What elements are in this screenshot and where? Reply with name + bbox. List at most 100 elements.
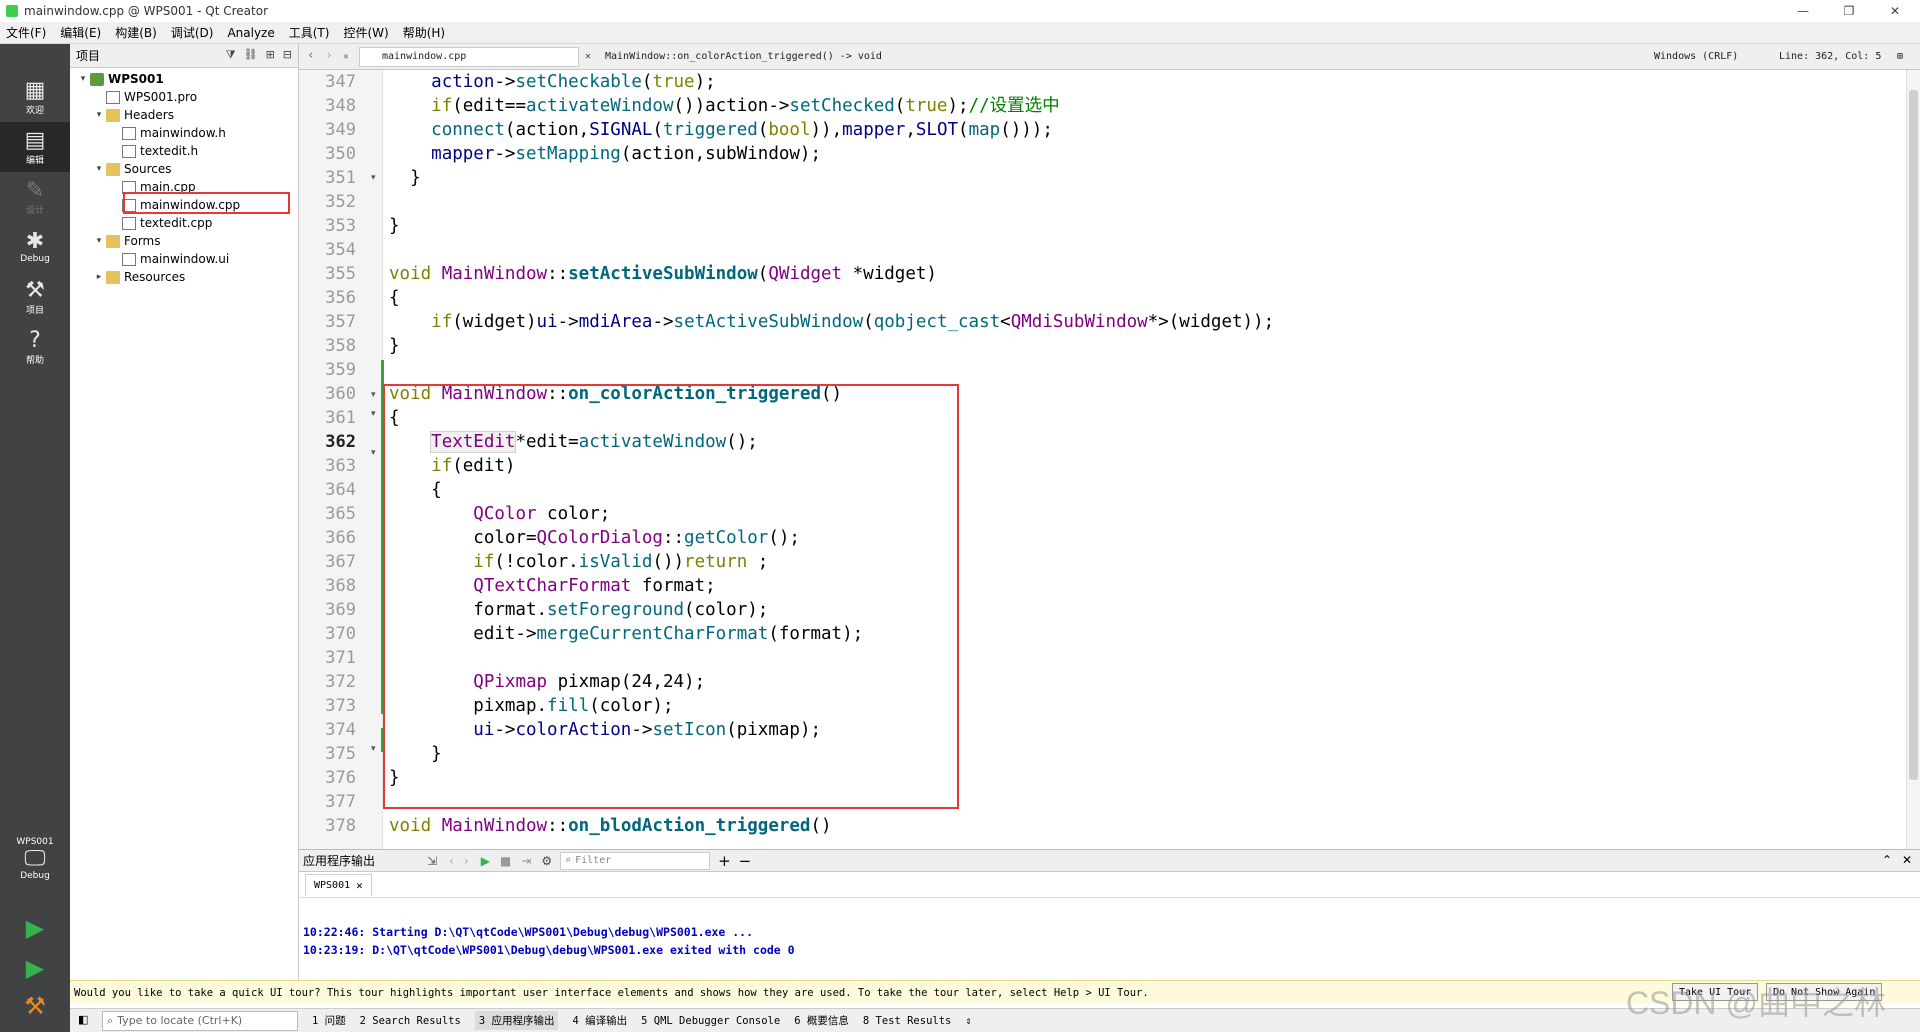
symbol-selector[interactable]: MainWindow::on_colorAction_triggered() -… xyxy=(605,51,1775,62)
menu-build[interactable]: 构建(B) xyxy=(115,24,157,41)
kit-selector[interactable]: WPS001 🖵 Debug xyxy=(0,824,70,894)
close-panel-icon[interactable]: ⊟ xyxy=(283,48,292,62)
link-icon[interactable]: ⛓ xyxy=(244,48,258,62)
edit-icon: ▤ xyxy=(24,127,46,153)
tour-message: Would you like to take a quick UI tour? … xyxy=(74,986,1149,999)
expand-arrow-icon[interactable]: ▾ xyxy=(92,110,106,120)
tree-item[interactable]: WPS001.pro xyxy=(92,88,197,106)
line-number: 364 xyxy=(325,480,356,500)
mode-projects[interactable]: ⚒ 项目 xyxy=(0,272,70,322)
line-number: 355 xyxy=(325,264,356,284)
line-number: 349 xyxy=(325,120,356,140)
next-icon[interactable]: › xyxy=(464,854,469,868)
line-number: 365 xyxy=(325,504,356,524)
attach-icon[interactable]: ⇲ xyxy=(427,854,437,868)
output-filter-input[interactable]: ⌕ Filter xyxy=(560,851,711,870)
rerun-icon[interactable]: ▶ xyxy=(481,854,490,868)
mode-edit[interactable]: ▤ 编辑 xyxy=(0,122,70,172)
output-tab-wps001[interactable]: WPS001 ✕ xyxy=(305,873,372,896)
zoom-in-icon[interactable]: + xyxy=(718,852,731,870)
close-file-icon[interactable]: ✕ xyxy=(585,51,591,62)
folder-icon xyxy=(106,270,120,284)
mode-welcome[interactable]: ▦ 欢迎 xyxy=(0,72,70,122)
watermark: CSDN @曲中之林 xyxy=(1625,985,1886,1021)
mode-design[interactable]: ✎ 设计 xyxy=(0,172,70,222)
scrollbar-thumb[interactable] xyxy=(1909,90,1918,780)
tree-item[interactable]: ▾ WPS001 xyxy=(76,70,164,88)
run-button[interactable]: ▶ xyxy=(0,910,70,946)
fold-marker-icon[interactable]: ▾ xyxy=(371,173,376,183)
back-arrow-icon[interactable]: ‹ xyxy=(307,48,315,63)
tree-item[interactable]: ▸ Resources xyxy=(92,268,186,286)
window-title: mainwindow.cpp @ WPS001 - Qt Creator xyxy=(24,4,268,18)
line-ending-selector[interactable]: Windows (CRLF) xyxy=(1654,51,1738,62)
attach-debugger-icon[interactable]: ⇥ xyxy=(521,854,531,868)
line-number: 376 xyxy=(325,768,356,788)
fold-marker-icon[interactable]: ▾ xyxy=(371,390,376,400)
filter-icon[interactable]: ⧩ xyxy=(226,48,236,62)
debug-run-button[interactable]: ▶ xyxy=(0,950,70,986)
line-number: 362 xyxy=(325,432,356,452)
pane-qml-debugger-console[interactable]: 5 QML Debugger Console xyxy=(641,1015,780,1027)
cursor-position[interactable]: Line: 362, Col: 5 xyxy=(1779,51,1881,62)
tree-item[interactable]: mainwindow.ui xyxy=(108,250,229,268)
highlight-box-file xyxy=(123,192,290,214)
pane-test-results[interactable]: 8 Test Results xyxy=(863,1015,952,1027)
folder-icon xyxy=(106,108,120,122)
lock-icon: ▪ xyxy=(343,51,350,62)
prev-icon[interactable]: ‹ xyxy=(449,854,454,868)
locate-input[interactable]: ⌕ Type to locate (Ctrl+K) xyxy=(102,1010,298,1031)
tree-item[interactable]: ▾ Headers xyxy=(92,106,174,124)
close-panel-icon[interactable]: ✕ xyxy=(1902,853,1912,867)
expand-arrow-icon[interactable]: ▾ xyxy=(76,74,90,84)
zoom-out-icon[interactable]: − xyxy=(739,852,752,870)
line-number: 363 xyxy=(325,456,356,476)
stop-icon[interactable]: ■ xyxy=(500,854,511,868)
close-tab-icon[interactable]: ✕ xyxy=(356,879,363,892)
toggle-sidebar-icon[interactable]: ◧ xyxy=(78,1013,88,1026)
menu-tools[interactable]: 工具(T) xyxy=(289,24,330,41)
menu-edit[interactable]: 编辑(E) xyxy=(60,24,101,41)
expand-arrow-icon[interactable]: ▸ xyxy=(92,272,106,282)
mode-debug[interactable]: ✱ Debug xyxy=(0,222,70,272)
pane-compile-output[interactable]: 4 编译输出 xyxy=(572,1013,627,1028)
menu-help[interactable]: 帮助(H) xyxy=(403,24,445,41)
menu-controls[interactable]: 控件(W) xyxy=(343,24,388,41)
more-panes-icon[interactable]: ⇕ xyxy=(965,1015,971,1027)
pane-general-messages[interactable]: 6 概要信息 xyxy=(794,1013,849,1028)
menu-file[interactable]: 文件(F) xyxy=(6,24,46,41)
tree-item[interactable]: mainwindow.h xyxy=(108,124,226,142)
line-number: 366 xyxy=(325,528,356,548)
split-editor-icon[interactable]: ⊞ xyxy=(1897,51,1903,62)
minimize-button[interactable]: — xyxy=(1780,0,1826,22)
build-button[interactable]: ⚒ xyxy=(0,988,70,1024)
menu-analyze[interactable]: Analyze xyxy=(227,26,274,40)
pane-application-output[interactable]: 3 应用程序输出 xyxy=(474,1011,559,1030)
line-number: 347 xyxy=(325,72,356,92)
tree-item[interactable]: ▾ Sources xyxy=(92,160,172,178)
editor-scrollbar[interactable] xyxy=(1906,70,1920,849)
expand-arrow-icon[interactable]: ▾ xyxy=(92,236,106,246)
tree-item-label: Sources xyxy=(124,162,172,176)
tree-item-label: WPS001.pro xyxy=(124,90,198,104)
settings-gear-icon[interactable]: ⚙ xyxy=(541,854,552,868)
forward-arrow-icon[interactable]: › xyxy=(325,48,333,63)
expand-arrow-icon[interactable]: ▾ xyxy=(92,164,106,174)
fold-marker-icon[interactable]: ▾ xyxy=(371,409,376,419)
split-icon[interactable]: ⊞ xyxy=(266,48,275,62)
fold-marker-icon[interactable]: ▾ xyxy=(371,448,376,458)
maximize-panel-icon[interactable]: ⌃ xyxy=(1882,853,1892,867)
project-panel: 项目 ⧩ ⛓ ⊞ ⊟ ▾ WPS001 WPS001.pro ▾ Headers main… xyxy=(70,44,299,988)
tree-item[interactable]: textedit.cpp xyxy=(108,214,212,232)
menu-debug[interactable]: 调试(D) xyxy=(171,24,214,41)
pane-issues[interactable]: 1 问题 xyxy=(312,1013,346,1028)
mode-help[interactable]: ? 帮助 xyxy=(0,322,70,372)
tree-item[interactable]: ▾ Forms xyxy=(92,232,161,250)
maximize-button[interactable]: ❐ xyxy=(1826,0,1872,22)
file-selector[interactable]: mainwindow.cpp xyxy=(359,47,579,67)
fold-marker-icon[interactable]: ▾ xyxy=(371,744,376,754)
close-button[interactable]: ✕ xyxy=(1872,0,1918,22)
tree-item[interactable]: textedit.h xyxy=(108,142,198,160)
line-number: 353 xyxy=(325,216,356,236)
pane-search-results[interactable]: 2 Search Results xyxy=(360,1015,461,1027)
